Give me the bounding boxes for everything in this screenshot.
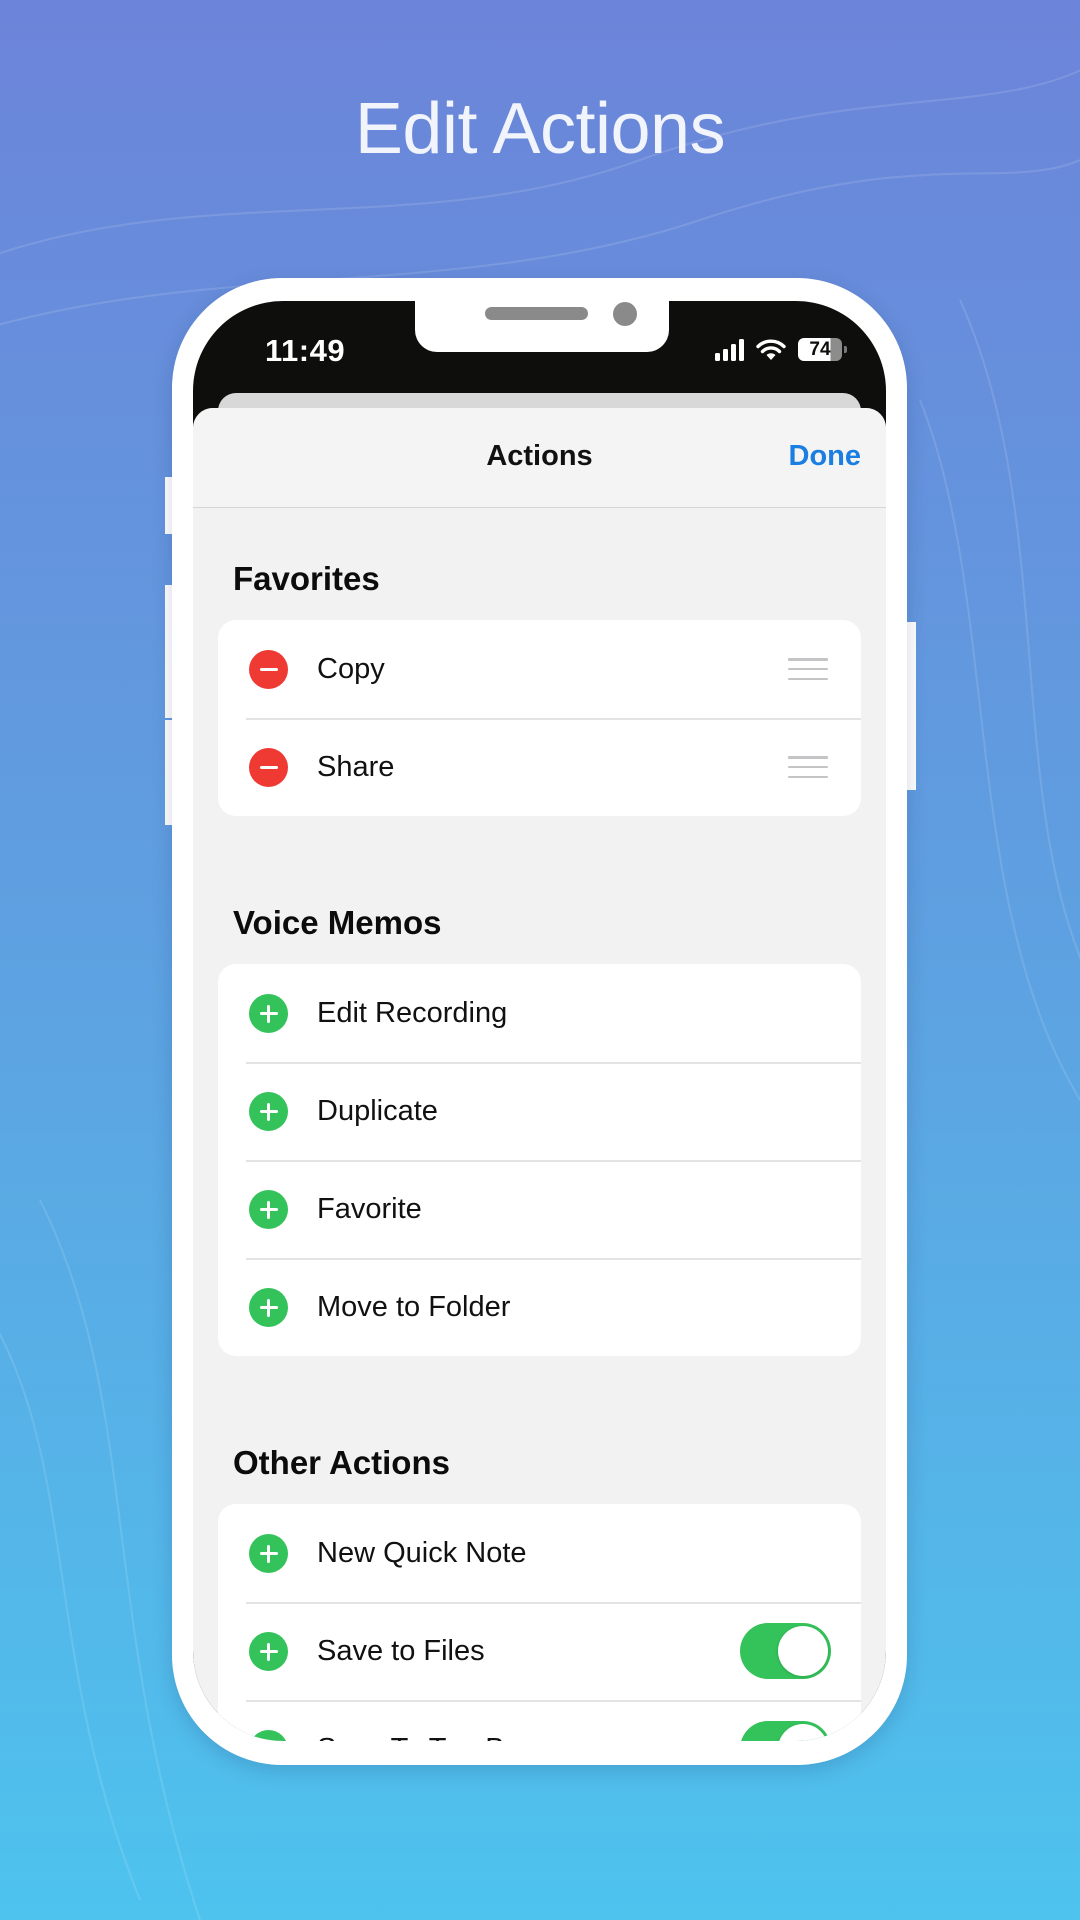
done-button[interactable]: Done <box>789 440 862 473</box>
voice-memos-list: Edit Recording Duplicate Favorite Move t… <box>218 964 861 1356</box>
notch <box>415 301 669 352</box>
item-label: Save To TeraBox <box>317 1733 535 1742</box>
toggle-knob <box>778 1626 828 1676</box>
phone-screen: 11:49 74 Actions Done Favorites Copy Sha… <box>193 301 886 1741</box>
add-button[interactable] <box>249 1730 288 1741</box>
list-item[interactable]: Favorite <box>218 1160 861 1258</box>
list-item[interactable]: Save To TeraBox <box>218 1700 861 1741</box>
section-title-voice-memos: Voice Memos <box>233 904 442 941</box>
list-item[interactable]: New Quick Note <box>218 1504 861 1602</box>
sheet-title: Actions <box>486 440 593 472</box>
item-label: New Quick Note <box>317 1536 527 1569</box>
promo-title: Edit Actions <box>354 89 726 169</box>
remove-button[interactable] <box>249 650 288 689</box>
item-label: Save to Files <box>317 1634 485 1667</box>
speaker-grille <box>485 307 588 320</box>
save-to-files-toggle[interactable] <box>740 1623 831 1679</box>
battery-indicator: 74 <box>798 338 847 361</box>
list-item[interactable]: Move to Folder <box>218 1258 861 1356</box>
list-item[interactable]: Copy <box>218 620 861 718</box>
favorites-list: Copy Share <box>218 620 861 816</box>
list-item[interactable]: Edit Recording <box>218 964 861 1062</box>
add-button[interactable] <box>249 1092 288 1131</box>
section-title-favorites: Favorites <box>233 560 380 597</box>
drag-handle-icon[interactable] <box>788 756 828 778</box>
list-item[interactable]: Duplicate <box>218 1062 861 1160</box>
save-to-terabox-toggle[interactable] <box>740 1721 831 1741</box>
toggle-knob <box>778 1724 828 1741</box>
actions-sheet: Actions Done Favorites Copy Share Voice … <box>193 408 886 1741</box>
add-button[interactable] <box>249 1288 288 1327</box>
cellular-signal-icon <box>715 338 744 361</box>
item-label: Edit Recording <box>317 996 508 1029</box>
item-label: Duplicate <box>317 1094 438 1127</box>
wifi-icon <box>756 339 786 360</box>
remove-button[interactable] <box>249 748 288 787</box>
list-item[interactable]: Share <box>218 718 861 816</box>
drag-handle-icon[interactable] <box>788 658 828 680</box>
front-camera <box>613 302 637 326</box>
minus-icon <box>259 667 278 672</box>
item-label: Share <box>317 750 395 783</box>
other-actions-list: New Quick Note Save to Files Save To Ter… <box>218 1504 861 1741</box>
add-button[interactable] <box>249 1632 288 1671</box>
status-icons: 74 <box>715 338 847 361</box>
list-item[interactable]: Save to Files <box>218 1602 861 1700</box>
section-title-other-actions: Other Actions <box>233 1444 450 1481</box>
status-time: 11:49 <box>265 333 346 368</box>
battery-percent: 74 <box>809 339 831 360</box>
item-label: Copy <box>317 652 385 685</box>
item-label: Move to Folder <box>317 1290 511 1323</box>
add-button[interactable] <box>249 994 288 1033</box>
add-button[interactable] <box>249 1190 288 1229</box>
add-button[interactable] <box>249 1534 288 1573</box>
minus-icon <box>259 765 278 770</box>
phone-frame: 11:49 74 Actions Done Favorites Copy Sha… <box>172 278 907 1765</box>
item-label: Favorite <box>317 1192 422 1225</box>
nav-bar: Actions Done <box>193 408 886 508</box>
